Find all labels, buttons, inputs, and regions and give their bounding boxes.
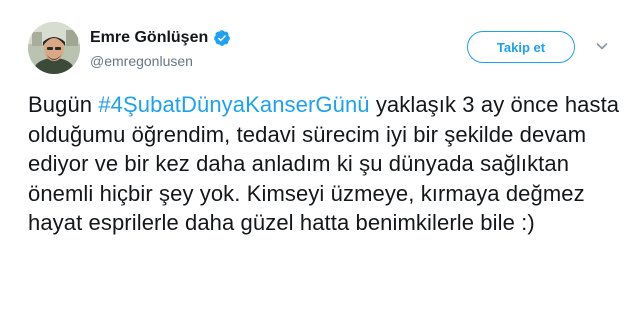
chevron-down-icon[interactable] [594, 38, 610, 54]
follow-button[interactable]: Takip et [467, 31, 575, 63]
hashtag-link[interactable]: #4ŞubatDünyaKanserGünü [98, 92, 369, 117]
verified-badge-icon [213, 29, 231, 47]
avatar-image [28, 22, 80, 74]
tweet-header: Emre Gönlüşen @emregonlusen Takip et [28, 22, 618, 78]
tweet-card: Emre Gönlüşen @emregonlusen Takip et Bug… [0, 0, 640, 329]
tweet-text: Bugün #4ŞubatDünyaKanserGünü yaklaşık 3 … [28, 90, 620, 238]
display-name-row: Emre Gönlüşen [90, 28, 231, 48]
avatar[interactable] [28, 22, 80, 74]
user-handle[interactable]: @emregonlusen [90, 51, 231, 71]
tweet-text-intro: Bugün [28, 92, 99, 117]
display-name[interactable]: Emre Gönlüşen [90, 28, 208, 48]
user-names: Emre Gönlüşen @emregonlusen [90, 28, 231, 71]
